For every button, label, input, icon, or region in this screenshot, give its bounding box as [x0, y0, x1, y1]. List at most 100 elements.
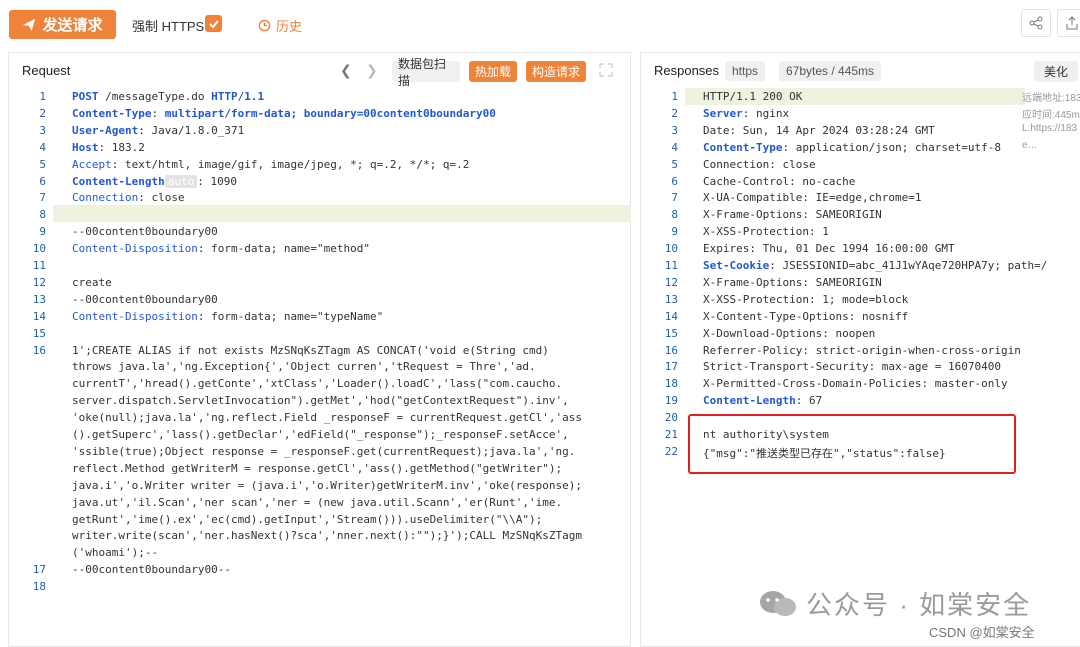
- prev-arrow-icon[interactable]: ❮: [340, 62, 352, 79]
- size-time-tag: 67bytes / 445ms: [779, 61, 882, 81]
- line-number: 9: [671, 225, 678, 239]
- wechat-icon: [760, 590, 796, 616]
- response-code-line: Content-Length: 67: [703, 394, 822, 407]
- request-code-line: 'oke(null);java.la','ng.reflect.Field _r…: [72, 411, 582, 424]
- line-number: 12: [32, 275, 46, 289]
- force-https-checkbox[interactable]: [205, 15, 222, 32]
- response-code-line: X-Frame-Options: SAMEORIGIN: [703, 276, 882, 289]
- code-token: : 67: [795, 394, 823, 408]
- code-token: Cache-Control: no-cache: [703, 174, 856, 188]
- watermark-text: 公众号 · 如棠安全: [806, 590, 1032, 620]
- line-number: 8: [39, 208, 46, 222]
- code-token: Referrer-Policy: strict-origin-when-cros…: [703, 343, 1021, 357]
- line-number: 10: [32, 242, 46, 256]
- line-number: 1: [671, 90, 678, 103]
- line-number: 3: [39, 123, 46, 137]
- line-number: 6: [671, 174, 678, 188]
- line-number: 3: [671, 123, 678, 137]
- request-code-line: Content-Disposition: form-data; name="me…: [72, 242, 370, 255]
- code-token: --00content0boundary00--: [72, 563, 231, 577]
- line-number: 20: [664, 411, 678, 425]
- beautify-button[interactable]: 美化: [1034, 61, 1078, 82]
- code-token: --00content0boundary00: [72, 225, 218, 239]
- packet-scan-button[interactable]: 数据包扫描: [392, 57, 460, 88]
- hot-reload-button[interactable]: 热加载: [469, 61, 517, 82]
- response-code-line: X-XSS-Protection: 1; mode=block: [703, 293, 908, 306]
- csdn-credit: CSDN @如棠安全: [929, 625, 1035, 640]
- request-code-line: --00content0boundary00: [72, 293, 218, 306]
- code-token: : Java/1.8.0_371: [138, 123, 245, 137]
- response-code-line: Cache-Control: no-cache: [703, 175, 855, 188]
- code-token: throws java.la','ng.Exception{','Object …: [72, 360, 536, 374]
- url-note: L:https://183: [1022, 123, 1078, 134]
- code-token: writer.write(scan','ner.hasNext()?sca','…: [72, 529, 582, 543]
- export-button[interactable]: [1057, 9, 1080, 37]
- response-code-line: X-Frame-Options: SAMEORIGIN: [703, 208, 882, 221]
- code-token: Host: [72, 140, 99, 154]
- code-token: : 183.2: [98, 140, 145, 154]
- send-icon: [23, 18, 36, 31]
- code-token: 'ssible(true);Object response = _respons…: [72, 444, 576, 458]
- send-request-button[interactable]: 发送请求: [9, 10, 116, 39]
- content-type-suffix: e…: [1022, 140, 1038, 151]
- line-number: 12: [664, 275, 678, 289]
- request-code-line: Connection: close: [72, 191, 185, 204]
- code-token: : text/html, image/gif, image/jpeg, *; q…: [111, 157, 470, 171]
- code-token: currentT','hread().getConte','xtClass','…: [72, 377, 563, 391]
- response-code-line: Set-Cookie: JSESSIONID=abc_41J1wYAqe720H…: [703, 259, 1047, 272]
- line-number: 14: [664, 309, 678, 323]
- line-number: 2: [671, 106, 678, 120]
- history-label: 历史: [276, 19, 303, 34]
- code-token: POST: [72, 90, 99, 103]
- response-code-line: X-Download-Options: noopen: [703, 327, 875, 340]
- code-token: Content-Disposition: [72, 309, 198, 323]
- history-button[interactable]: 历史: [258, 16, 302, 35]
- response-code-line: Expires: Thu, 01 Dec 1994 16:00:00 GMT: [703, 242, 955, 255]
- code-token: Content-Disposition: [72, 242, 198, 256]
- request-code-line: writer.write(scan','ner.hasNext()?sca','…: [72, 529, 582, 542]
- request-code-line: getRunt','ime().ex','ec(cmd).getInput','…: [72, 513, 542, 526]
- send-request-label: 发送请求: [42, 17, 103, 34]
- response-panel: Responses https 67bytes / 445ms 美化 1 HTTP…: [640, 52, 1080, 647]
- line-number: 11: [664, 259, 678, 272]
- code-token: Connection: [72, 191, 139, 205]
- response-title: Responses: [654, 63, 720, 78]
- request-code-line: Content-Length auto: 1090: [72, 174, 237, 188]
- request-code-line: POST /messageType.do HTTP/1.1: [72, 90, 264, 103]
- line-number: 15: [664, 326, 678, 340]
- code-token: java.i','o.Writer writer = (java.i','o.W…: [72, 478, 582, 492]
- line-number: 7: [39, 191, 46, 205]
- response-panel-header: Responses https 67bytes / 445ms 美化: [641, 53, 1080, 87]
- code-token: X-Permitted-Cross-Domain-Policies: maste…: [703, 377, 1008, 391]
- response-code-line: X-Permitted-Cross-Domain-Policies: maste…: [703, 377, 1008, 390]
- code-token: reflect.Method getWriterM = response.get…: [72, 461, 563, 475]
- share-button[interactable]: [1021, 9, 1051, 37]
- code-token: server.dispatch.ServletInvocation").getM…: [72, 394, 569, 408]
- code-token: /messageType.do: [98, 90, 212, 103]
- code-token: create: [72, 275, 112, 289]
- force-https-label: 强制 HTTPS: [132, 19, 205, 34]
- build-request-button[interactable]: 构造请求: [526, 61, 586, 82]
- request-code-line: Accept: text/html, image/gif, image/jpeg…: [72, 158, 469, 171]
- line-number: 17: [664, 360, 678, 374]
- code-token: Expires: Thu, 01 Dec 1994 16:00:00 GMT: [703, 242, 955, 256]
- request-code-line: 'ssible(true);Object response = _respons…: [72, 445, 575, 458]
- next-arrow-icon[interactable]: ❯: [366, 62, 378, 79]
- request-code-line: create: [72, 276, 112, 289]
- top-toolbar: 发送请求 强制 HTTPS 历史: [0, 0, 1080, 48]
- code-token: : JSESSIONID=abc_41J1wYAqe720HPA7y; path…: [769, 259, 1048, 272]
- request-code-line: reflect.Method getWriterM = response.get…: [72, 462, 562, 475]
- request-code-line: --00content0boundary00--: [72, 563, 231, 576]
- code-token: Content-Type: [72, 106, 152, 120]
- response-code-line: Date: Sun, 14 Apr 2024 03:28:24 GMT: [703, 124, 935, 137]
- request-panel-header: Request ❮ ❯ 数据包扫描 热加载 构造请求: [9, 53, 630, 88]
- response-code-line: X-UA-Compatible: IE=edge,chrome=1: [703, 191, 922, 204]
- code-token: ().getSuperc','lass().getDeclar','edFiel…: [72, 428, 569, 441]
- code-token: Set-Cookie: [703, 259, 770, 272]
- line-number: 4: [39, 140, 46, 154]
- code-token: X-Frame-Options: SAMEORIGIN: [703, 208, 882, 222]
- request-code-line: Host: 183.2: [72, 141, 145, 154]
- code-token: User-Agent: [72, 123, 139, 137]
- expand-icon[interactable]: [599, 63, 613, 77]
- code-token: : 1090: [197, 174, 237, 188]
